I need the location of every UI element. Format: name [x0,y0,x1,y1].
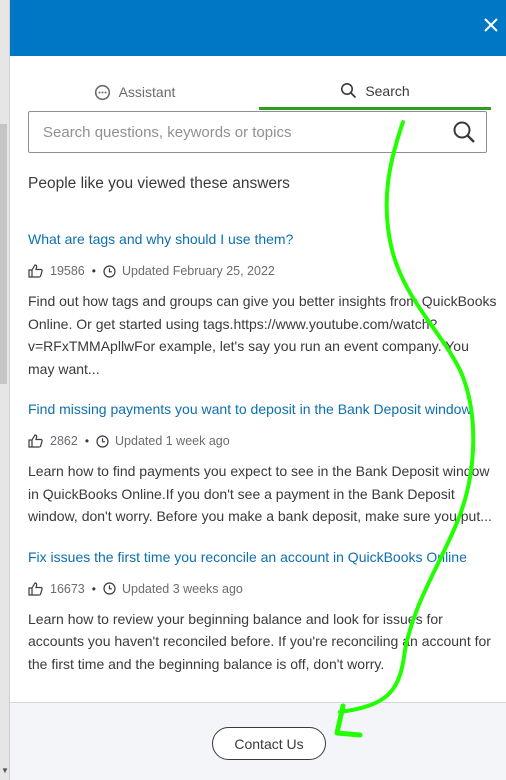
search-results: People like you viewed these answers Wha… [28,175,498,675]
article-meta: 2862 • Updated 1 week ago [28,432,498,450]
clock-icon [103,264,116,278]
separator-dot: • [91,264,96,278]
chat-bubble-icon [94,84,110,100]
clock-icon [96,434,109,448]
article-title-link[interactable]: What are tags and why should I use them? [28,231,498,248]
search-icon [341,83,357,99]
like-count: 2862 [50,434,78,448]
tab-search[interactable]: Search [259,74,491,110]
search-input[interactable] [29,112,449,152]
list-item: Find missing payments you want to deposi… [28,401,498,528]
article-meta: 16673 • Updated 3 weeks ago [28,580,498,598]
article-title-link[interactable]: Find missing payments you want to deposi… [28,401,498,418]
list-item: What are tags and why should I use them?… [28,231,498,380]
like-count: 16673 [50,581,85,596]
scroll-down-arrow-icon[interactable]: ▼ [1,766,9,775]
article-snippet: Learn how to find payments you expect to… [28,463,492,524]
article-snippet: Find out how tags and groups can give yo… [28,293,497,377]
separator-dot: • [91,581,96,596]
page-scrollbar[interactable]: ▼ [0,0,10,780]
contact-us-button[interactable]: Contact Us [212,727,326,760]
panel-tabs: Assistant Search [10,74,506,110]
panel-footer: Contact Us [10,702,506,780]
article-meta: 19586 • Updated February 25, 2022 [28,262,498,280]
tab-assistant-label: Assistant [118,84,176,100]
close-button[interactable] [478,12,504,38]
search-field [28,111,487,153]
tab-search-label: Search [365,82,410,99]
search-submit-icon[interactable] [452,120,476,144]
tab-assistant[interactable]: Assistant [10,74,259,110]
list-item: Fix issues the first time you reconcile … [28,549,498,676]
article-title-link[interactable]: Fix issues the first time you reconcile … [28,549,498,566]
thumbs-up-icon [28,581,43,596]
article-snippet: Learn how to review your beginning balan… [28,610,491,672]
clock-icon [103,582,116,595]
updated-date: Updated 1 week ago [115,434,230,448]
help-panel: Assistant Search People like you viewed … [10,0,506,780]
panel-header [10,0,506,56]
thumbs-up-icon [28,264,43,278]
thumbs-up-icon [28,434,43,448]
updated-date: Updated 3 weeks ago [121,581,243,596]
like-count: 19586 [50,264,85,278]
separator-dot: • [84,434,90,448]
scrollbar-thumb[interactable] [0,124,7,384]
updated-date: Updated February 25, 2022 [121,264,275,278]
close-icon [484,18,498,32]
section-title: People like you viewed these answers [28,175,290,192]
